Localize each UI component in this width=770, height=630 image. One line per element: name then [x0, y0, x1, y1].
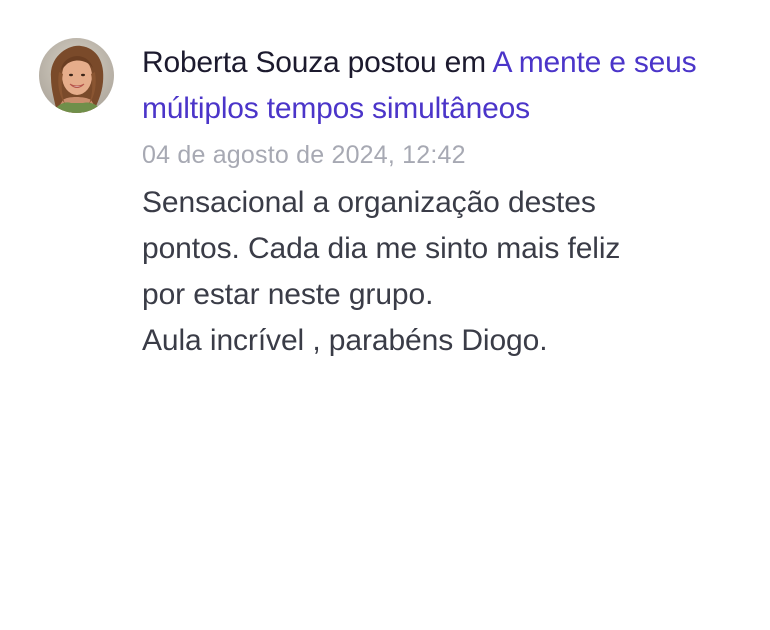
post-body: Sensacional a organização destes pontos.… [142, 180, 742, 364]
post-headline: Roberta Souza postou em A mente e seus m… [142, 40, 742, 132]
post-body-line: Aula incrível , parabéns Diogo. [142, 324, 548, 357]
post-card: Roberta Souza postou em A mente e seus m… [0, 0, 770, 630]
post-body-line: Sensacional a organização destes [142, 186, 596, 219]
post-body-line: por estar neste grupo. [142, 278, 434, 311]
author-name[interactable]: Roberta Souza [142, 46, 340, 79]
post-content: Roberta Souza postou em A mente e seus m… [142, 40, 742, 364]
post-timestamp: 04 de agosto de 2024, 12:42 [142, 141, 466, 169]
post-action-text: postou em [347, 46, 486, 79]
avatar-photo [39, 38, 114, 113]
post-body-line: pontos. Cada dia me sinto mais feliz [142, 232, 621, 265]
author-avatar[interactable] [39, 38, 114, 113]
